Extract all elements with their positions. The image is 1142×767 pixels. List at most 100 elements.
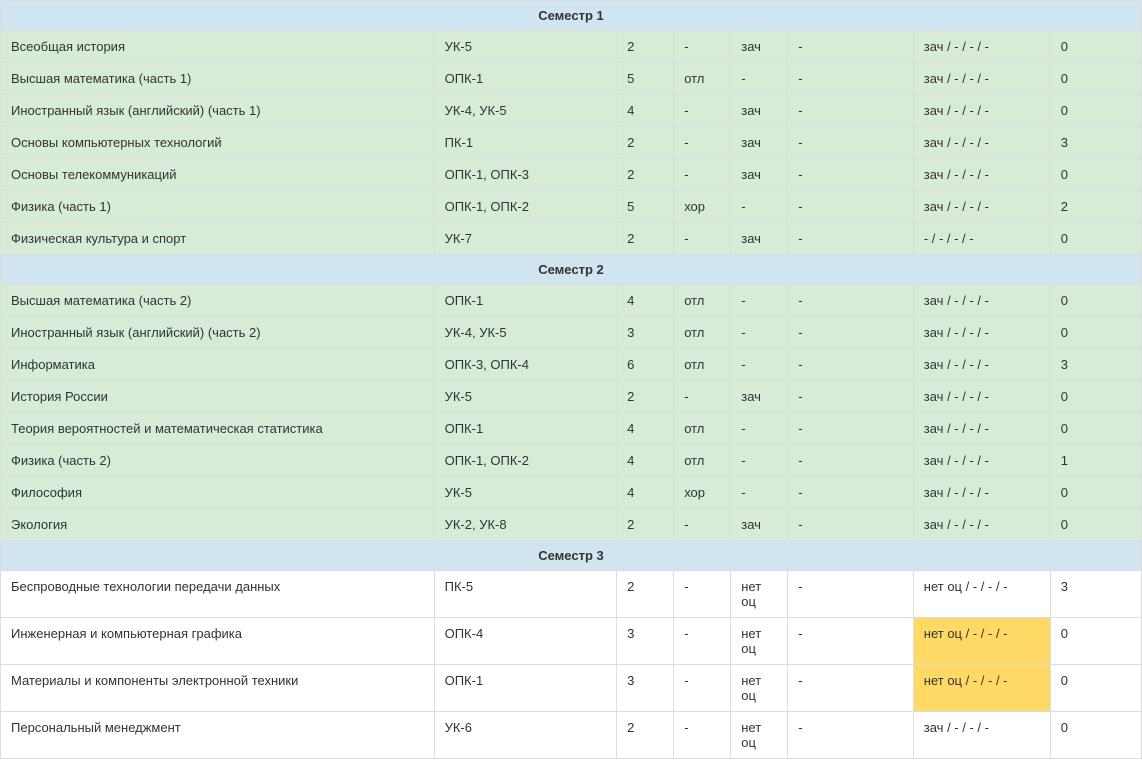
cell-credits: 2 — [617, 127, 674, 159]
cell-extra: - — [788, 477, 914, 509]
cell-discipline: Материалы и компоненты электронной техни… — [1, 665, 435, 712]
cell-summary: зач / - / - / - — [913, 712, 1050, 759]
cell-competence: УК-2, УК-8 — [434, 509, 617, 541]
cell-discipline: Персональный менеджмент — [1, 712, 435, 759]
cell-exam: хор — [674, 191, 731, 223]
cell-extra: - — [788, 127, 914, 159]
table-row: Материалы и компоненты электронной техни… — [1, 665, 1142, 712]
cell-num: 0 — [1050, 285, 1141, 317]
table-row: Физическая культура и спортУК-72-зач-- /… — [1, 223, 1142, 255]
cell-discipline: Информатика — [1, 349, 435, 381]
cell-extra: - — [788, 95, 914, 127]
cell-extra: - — [788, 509, 914, 541]
cell-zach: - — [731, 413, 788, 445]
cell-discipline: Иностранный язык (английский) (часть 1) — [1, 95, 435, 127]
table-row: ИнформатикаОПК-3, ОПК-46отл--зач / - / -… — [1, 349, 1142, 381]
cell-extra: - — [788, 712, 914, 759]
cell-zach: - — [731, 317, 788, 349]
cell-discipline: Беспроводные технологии передачи данных — [1, 571, 435, 618]
cell-exam: - — [674, 31, 731, 63]
cell-summary: зач / - / - / - — [913, 317, 1050, 349]
cell-exam: отл — [674, 285, 731, 317]
table-row: Беспроводные технологии передачи данныхП… — [1, 571, 1142, 618]
cell-discipline: История России — [1, 381, 435, 413]
cell-exam: - — [674, 223, 731, 255]
cell-extra: - — [788, 413, 914, 445]
cell-exam: - — [674, 95, 731, 127]
grades-table: Семестр 1Всеобщая историяУК-52-зач-зач /… — [0, 0, 1142, 759]
cell-zach: - — [731, 191, 788, 223]
cell-extra: - — [788, 191, 914, 223]
table-row: Теория вероятностей и математическая ста… — [1, 413, 1142, 445]
table-row: Основы компьютерных технологийПК-12-зач-… — [1, 127, 1142, 159]
cell-zach: - — [731, 349, 788, 381]
cell-summary: зач / - / - / - — [913, 445, 1050, 477]
table-row: Высшая математика (часть 1)ОПК-15отл--за… — [1, 63, 1142, 95]
semester-header: Семестр 2 — [1, 255, 1142, 285]
cell-exam: - — [674, 665, 731, 712]
cell-num: 0 — [1050, 63, 1141, 95]
cell-zach: - — [731, 477, 788, 509]
cell-exam: отл — [674, 413, 731, 445]
cell-discipline: Иностранный язык (английский) (часть 2) — [1, 317, 435, 349]
cell-exam: отл — [674, 63, 731, 95]
cell-credits: 4 — [617, 445, 674, 477]
cell-num: 2 — [1050, 191, 1141, 223]
cell-credits: 2 — [617, 571, 674, 618]
cell-summary: зач / - / - / - — [913, 509, 1050, 541]
cell-exam: отл — [674, 349, 731, 381]
cell-summary: зач / - / - / - — [913, 477, 1050, 509]
table-row: Иностранный язык (английский) (часть 2)У… — [1, 317, 1142, 349]
table-row: Персональный менеджментУК-62-нет оц-зач … — [1, 712, 1142, 759]
cell-credits: 2 — [617, 159, 674, 191]
cell-discipline: Основы компьютерных технологий — [1, 127, 435, 159]
cell-num: 0 — [1050, 413, 1141, 445]
cell-credits: 2 — [617, 223, 674, 255]
cell-discipline: Основы телекоммуникаций — [1, 159, 435, 191]
cell-credits: 4 — [617, 477, 674, 509]
table-row: Всеобщая историяУК-52-зач-зач / - / - / … — [1, 31, 1142, 63]
cell-num: 3 — [1050, 127, 1141, 159]
table-row: Иностранный язык (английский) (часть 1)У… — [1, 95, 1142, 127]
cell-discipline: Экология — [1, 509, 435, 541]
cell-discipline: Всеобщая история — [1, 31, 435, 63]
cell-exam: - — [674, 712, 731, 759]
table-row: ЭкологияУК-2, УК-82-зач-зач / - / - / -0 — [1, 509, 1142, 541]
cell-discipline: Философия — [1, 477, 435, 509]
cell-exam: отл — [674, 445, 731, 477]
semester-header: Семестр 3 — [1, 541, 1142, 571]
cell-competence: УК-4, УК-5 — [434, 95, 617, 127]
cell-summary: зач / - / - / - — [913, 191, 1050, 223]
cell-competence: ОПК-1 — [434, 285, 617, 317]
table-row: ФилософияУК-54хор--зач / - / - / -0 — [1, 477, 1142, 509]
cell-credits: 2 — [617, 31, 674, 63]
cell-zach: зач — [731, 31, 788, 63]
cell-zach: нет оц — [731, 571, 788, 618]
cell-num: 0 — [1050, 223, 1141, 255]
cell-extra: - — [788, 445, 914, 477]
cell-discipline: Физика (часть 2) — [1, 445, 435, 477]
table-row: История РоссииУК-52-зач-зач / - / - / -0 — [1, 381, 1142, 413]
cell-competence: УК-4, УК-5 — [434, 317, 617, 349]
cell-credits: 6 — [617, 349, 674, 381]
cell-discipline: Инженерная и компьютерная графика — [1, 618, 435, 665]
cell-credits: 3 — [617, 317, 674, 349]
cell-extra: - — [788, 63, 914, 95]
cell-discipline: Высшая математика (часть 1) — [1, 63, 435, 95]
table-row: Инженерная и компьютерная графикаОПК-43-… — [1, 618, 1142, 665]
cell-zach: нет оц — [731, 712, 788, 759]
cell-extra: - — [788, 381, 914, 413]
cell-num: 3 — [1050, 571, 1141, 618]
cell-num: 0 — [1050, 618, 1141, 665]
table-row: Физика (часть 1)ОПК-1, ОПК-25хор--зач / … — [1, 191, 1142, 223]
semester-header: Семестр 1 — [1, 1, 1142, 31]
cell-extra: - — [788, 317, 914, 349]
cell-competence: УК-5 — [434, 381, 617, 413]
cell-zach: зач — [731, 95, 788, 127]
cell-credits: 3 — [617, 618, 674, 665]
cell-extra: - — [788, 618, 914, 665]
cell-credits: 3 — [617, 665, 674, 712]
cell-exam: отл — [674, 317, 731, 349]
cell-competence: ПК-5 — [434, 571, 617, 618]
cell-zach: - — [731, 445, 788, 477]
